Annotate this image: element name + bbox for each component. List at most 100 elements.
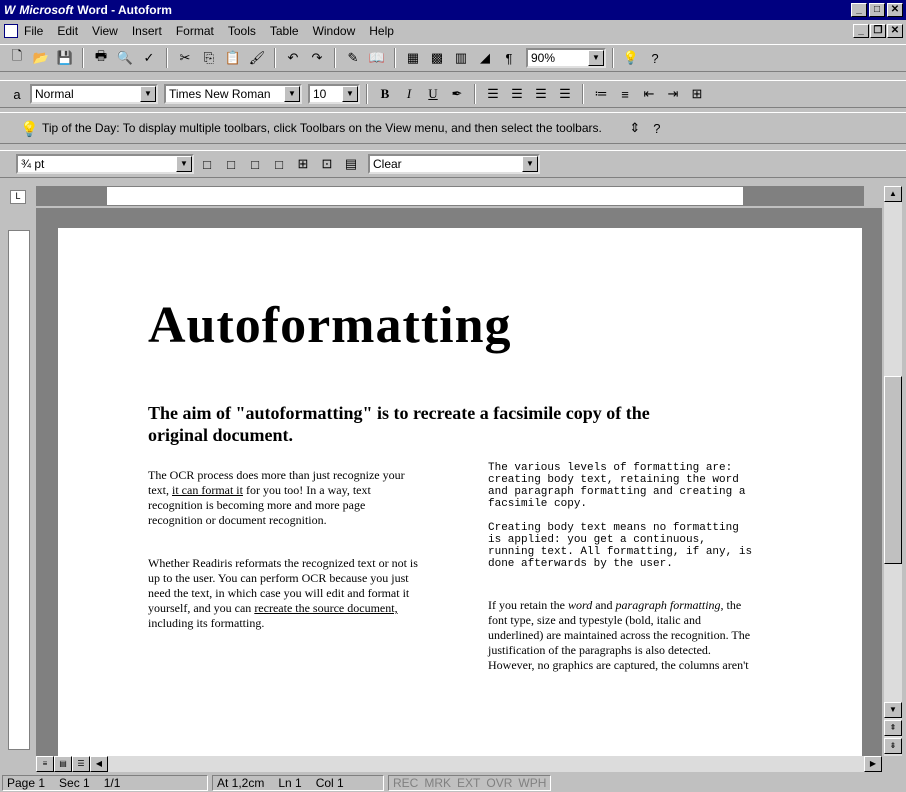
new-icon[interactable]: 🗋 [6,47,28,69]
doc-subtitle: The aim of "autoformatting" is to recrea… [148,403,650,445]
doc-minimize-button[interactable]: _ [853,24,869,38]
status-ovr[interactable]: OVR [486,776,512,790]
outline-view-icon[interactable]: ☰ [72,756,90,772]
format-painter-icon[interactable]: 🖌 [246,47,268,69]
title-bar: W Microsoft Word - Autoform _ □ ✕ [0,0,906,20]
style-icon[interactable]: a [6,83,28,105]
tip-scroll-icon[interactable]: ⇕ [624,117,646,139]
bottom-border-icon[interactable]: □ [220,153,242,175]
save-icon[interactable]: 💾 [54,47,76,69]
next-page-icon[interactable]: ⇟ [884,738,902,754]
document-area[interactable]: Autoformatting The aim of "autoformattin… [36,208,882,756]
shading-select[interactable]: Clear ▼ [368,154,540,174]
horizontal-scrollbar[interactable]: ≡ ▤ ☰ ◀ ▶ [36,756,882,772]
paste-icon[interactable]: 📋 [222,47,244,69]
open-icon[interactable]: 📂 [30,47,52,69]
word-app-icon[interactable]: W [4,3,15,17]
scroll-down-icon[interactable]: ▼ [884,702,902,718]
menu-help[interactable]: Help [369,24,394,38]
tab-selector-icon[interactable]: L [10,190,26,204]
align-left-icon[interactable]: ☰ [482,83,504,105]
copy-icon[interactable]: ⎘ [198,47,220,69]
doc-restore-button[interactable]: ❐ [870,24,886,38]
align-center-icon[interactable]: ☰ [506,83,528,105]
align-right-icon[interactable]: ☰ [530,83,552,105]
close-button[interactable]: ✕ [887,3,903,17]
scroll-thumb[interactable] [884,376,902,564]
underline-icon[interactable]: U [422,83,444,105]
tip-text: Tip of the Day: To display multiple tool… [42,121,602,135]
redo-icon[interactable]: ↷ [306,47,328,69]
insert-address-icon[interactable]: 📖 [366,47,388,69]
vertical-ruler[interactable] [8,230,30,750]
doc-close-button[interactable]: ✕ [887,24,903,38]
borders-toolbar: ¾ pt ▼ □ □ □ □ ⊞ ⊡ ▤ Clear ▼ [0,150,906,178]
columns-icon[interactable]: ▥ [450,47,472,69]
normal-view-icon[interactable]: ≡ [36,756,54,772]
scroll-left-icon[interactable]: ◀ [90,756,108,772]
no-border-icon[interactable]: ▤ [340,153,362,175]
chevron-down-icon[interactable]: ▼ [588,50,604,66]
status-mrk[interactable]: MRK [424,776,451,790]
chevron-down-icon[interactable]: ▼ [522,156,538,172]
zoom-select[interactable]: 90% ▼ [526,48,606,68]
bullets-icon[interactable]: ≡ [614,83,636,105]
font-size-select[interactable]: 10 ▼ [308,84,360,104]
status-rec[interactable]: REC [393,776,418,790]
menu-file[interactable]: File [24,24,43,38]
decrease-indent-icon[interactable]: ⇤ [638,83,660,105]
insert-table-icon[interactable]: ▦ [402,47,424,69]
scroll-right-icon[interactable]: ▶ [864,756,882,772]
autoformat-icon[interactable]: ✎ [342,47,364,69]
justify-icon[interactable]: ☰ [554,83,576,105]
line-width-select[interactable]: ¾ pt ▼ [16,154,194,174]
status-wph[interactable]: WPH [518,776,546,790]
highlight-icon[interactable]: ✒ [446,83,468,105]
font-select[interactable]: Times New Roman ▼ [164,84,302,104]
show-hide-icon[interactable]: ¶ [498,47,520,69]
bold-icon[interactable]: B [374,83,396,105]
status-ext[interactable]: EXT [457,776,480,790]
vertical-scrollbar[interactable]: ▲ ▼ ⇞ ⇟ [884,186,902,756]
borders-icon[interactable]: ⊞ [686,83,708,105]
chevron-down-icon[interactable]: ▼ [284,86,300,102]
previous-page-icon[interactable]: ⇞ [884,720,902,736]
left-border-icon[interactable]: □ [244,153,266,175]
chevron-down-icon[interactable]: ▼ [176,156,192,172]
increase-indent-icon[interactable]: ⇥ [662,83,684,105]
menu-tools[interactable]: Tools [228,24,256,38]
minimize-button[interactable]: _ [851,3,867,17]
menu-edit[interactable]: Edit [57,24,78,38]
scroll-up-icon[interactable]: ▲ [884,186,902,202]
top-border-icon[interactable]: □ [196,153,218,175]
tip-help-icon[interactable]: ? [646,117,668,139]
document-page[interactable]: Autoformatting The aim of "autoformattin… [58,228,862,756]
chevron-down-icon[interactable]: ▼ [342,86,358,102]
document-icon[interactable] [4,24,18,38]
insert-excel-icon[interactable]: ▩ [426,47,448,69]
menu-window[interactable]: Window [313,24,356,38]
numbering-icon[interactable]: ≔ [590,83,612,105]
menu-view[interactable]: View [92,24,118,38]
help-pointer-icon[interactable]: ? [644,47,666,69]
spelling-icon[interactable]: ✓ [138,47,160,69]
print-icon[interactable]: 🖶 [90,47,112,69]
maximize-button[interactable]: □ [869,3,885,17]
status-line: Ln 1 [278,776,302,790]
right-border-icon[interactable]: □ [268,153,290,175]
undo-icon[interactable]: ↶ [282,47,304,69]
drawing-icon[interactable]: ◢ [474,47,496,69]
menu-format[interactable]: Format [176,24,214,38]
chevron-down-icon[interactable]: ▼ [140,86,156,102]
cut-icon[interactable]: ✂ [174,47,196,69]
outside-border-icon[interactable]: ⊡ [316,153,338,175]
menu-table[interactable]: Table [270,24,299,38]
style-select[interactable]: Normal ▼ [30,84,158,104]
horizontal-ruler[interactable] [36,186,864,206]
inside-border-icon[interactable]: ⊞ [292,153,314,175]
print-preview-icon[interactable]: 🔍 [114,47,136,69]
menu-insert[interactable]: Insert [132,24,162,38]
page-layout-view-icon[interactable]: ▤ [54,756,72,772]
italic-icon[interactable]: I [398,83,420,105]
tipwizard-icon[interactable]: 💡 [620,47,642,69]
